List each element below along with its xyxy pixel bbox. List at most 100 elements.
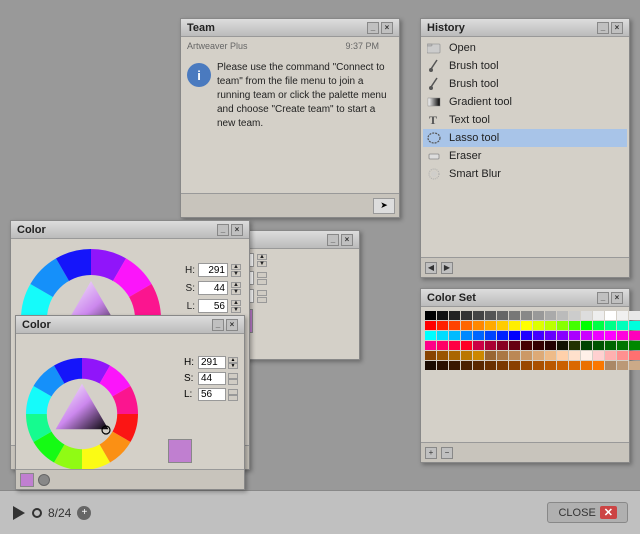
color-swatch-0-15[interactable] xyxy=(605,311,616,320)
color-swatch-3-1[interactable] xyxy=(437,341,448,350)
colorset-delete-btn[interactable]: − xyxy=(441,447,453,459)
history-item-2[interactable]: Brush tool xyxy=(423,75,627,93)
color-swatch-0-0[interactable] xyxy=(425,311,436,320)
color-swatch-4-16[interactable] xyxy=(617,351,628,360)
color-swatch-5-14[interactable] xyxy=(593,361,604,370)
color-swatch-5-4[interactable] xyxy=(473,361,484,370)
color-small-wheel[interactable] xyxy=(22,354,142,474)
small-l-down[interactable] xyxy=(228,395,238,401)
color-swatch-0-17[interactable] xyxy=(629,311,640,320)
color-swatch-5-9[interactable] xyxy=(533,361,544,370)
h-input[interactable] xyxy=(198,263,228,277)
color-swatch-1-3[interactable] xyxy=(461,321,472,330)
color-swatch-3-7[interactable] xyxy=(509,341,520,350)
color-swatch-1-13[interactable] xyxy=(581,321,592,330)
color-small-preview[interactable] xyxy=(168,439,192,463)
color-swatch-0-16[interactable] xyxy=(617,311,628,320)
color-swatch-0-7[interactable] xyxy=(509,311,520,320)
color-small-close-btn[interactable]: × xyxy=(226,319,238,331)
h-up-btn[interactable]: ▲ xyxy=(231,264,241,270)
team-minimize-btn[interactable]: _ xyxy=(367,22,379,34)
color-small-minimize-btn[interactable]: _ xyxy=(212,319,224,331)
color-swatch-4-6[interactable] xyxy=(497,351,508,360)
add-page-button[interactable]: + xyxy=(77,506,91,520)
color-swatch-1-5[interactable] xyxy=(485,321,496,330)
info-l-down[interactable] xyxy=(257,297,267,303)
s-up-btn[interactable]: ▲ xyxy=(231,282,241,288)
s-input[interactable] xyxy=(198,281,228,295)
info-s-down[interactable] xyxy=(257,279,267,285)
color-swatch-4-10[interactable] xyxy=(545,351,556,360)
color-swatch-1-16[interactable] xyxy=(617,321,628,330)
colorset-minimize-btn[interactable]: _ xyxy=(597,292,609,304)
color-swatch-2-1[interactable] xyxy=(437,331,448,340)
color-swatch-3-10[interactable] xyxy=(545,341,556,350)
color-swatch-5-6[interactable] xyxy=(497,361,508,370)
color-swatch-4-1[interactable] xyxy=(437,351,448,360)
color-swatch-0-10[interactable] xyxy=(545,311,556,320)
color-swatch-4-4[interactable] xyxy=(473,351,484,360)
color-swatch-4-7[interactable] xyxy=(509,351,520,360)
color-swatch-4-14[interactable] xyxy=(593,351,604,360)
color-swatch-3-0[interactable] xyxy=(425,341,436,350)
history-titlebar[interactable]: History _ × xyxy=(421,19,629,37)
color-swatch-3-8[interactable] xyxy=(521,341,532,350)
color-swatch-0-5[interactable] xyxy=(485,311,496,320)
color-swatch-1-2[interactable] xyxy=(449,321,460,330)
color-swatch-5-8[interactable] xyxy=(521,361,532,370)
color-swatch-5-12[interactable] xyxy=(569,361,580,370)
color-swatch-2-13[interactable] xyxy=(581,331,592,340)
color-swatch-4-12[interactable] xyxy=(569,351,580,360)
info-close-btn[interactable]: × xyxy=(341,234,353,246)
color-small-titlebar[interactable]: Color _ × xyxy=(16,316,244,334)
colorset-add-btn[interactable]: + xyxy=(425,447,437,459)
color-swatch-3-4[interactable] xyxy=(473,341,484,350)
color-swatch-4-5[interactable] xyxy=(485,351,496,360)
color-swatch-0-9[interactable] xyxy=(533,311,544,320)
color-swatch-4-2[interactable] xyxy=(449,351,460,360)
history-item-5[interactable]: Lasso tool xyxy=(423,129,627,147)
color-swatch-5-15[interactable] xyxy=(605,361,616,370)
history-item-6[interactable]: Eraser xyxy=(423,147,627,165)
history-item-3[interactable]: Gradient tool xyxy=(423,93,627,111)
history-item-7[interactable]: Smart Blur xyxy=(423,165,627,183)
color-swatch-5-7[interactable] xyxy=(509,361,520,370)
colorset-titlebar[interactable]: Color Set _ × xyxy=(421,289,629,307)
small-h-input[interactable] xyxy=(198,356,226,369)
color-swatch-1-15[interactable] xyxy=(605,321,616,330)
color-swatch-1-17[interactable] xyxy=(629,321,640,330)
color-swatch-2-4[interactable] xyxy=(473,331,484,340)
small-l-input[interactable] xyxy=(198,388,226,401)
color-swatch-2-3[interactable] xyxy=(461,331,472,340)
s-down-btn[interactable]: ▼ xyxy=(231,289,241,295)
color-swatch-0-12[interactable] xyxy=(569,311,580,320)
color-swatch-1-4[interactable] xyxy=(473,321,484,330)
close-button[interactable]: CLOSE ✕ xyxy=(547,502,628,523)
color-swatch-5-0[interactable] xyxy=(425,361,436,370)
color-swatch-2-0[interactable] xyxy=(425,331,436,340)
color-swatch-2-7[interactable] xyxy=(509,331,520,340)
history-close-btn[interactable]: × xyxy=(611,22,623,34)
color-swatch-1-8[interactable] xyxy=(521,321,532,330)
color-swatch-3-17[interactable] xyxy=(629,341,640,350)
team-close-btn[interactable]: × xyxy=(381,22,393,34)
color-swatch-2-15[interactable] xyxy=(605,331,616,340)
color-swatch-5-10[interactable] xyxy=(545,361,556,370)
history-minimize-btn[interactable]: _ xyxy=(597,22,609,34)
color-swatch-2-9[interactable] xyxy=(533,331,544,340)
color-swatch-5-11[interactable] xyxy=(557,361,568,370)
color-swatch-3-11[interactable] xyxy=(557,341,568,350)
h-down-btn[interactable]: ▼ xyxy=(231,271,241,277)
color-swatch-2-17[interactable] xyxy=(629,331,640,340)
color-swatch-4-11[interactable] xyxy=(557,351,568,360)
color-swatch-1-11[interactable] xyxy=(557,321,568,330)
color-swatch-5-5[interactable] xyxy=(485,361,496,370)
color-swatch-4-15[interactable] xyxy=(605,351,616,360)
small-swatch[interactable] xyxy=(20,473,34,487)
history-back-btn[interactable]: ◀ xyxy=(425,262,437,274)
color-swatch-1-14[interactable] xyxy=(593,321,604,330)
color-swatch-2-6[interactable] xyxy=(497,331,508,340)
color-swatch-3-14[interactable] xyxy=(593,341,604,350)
small-s-input[interactable] xyxy=(198,372,226,385)
color-large-close-btn[interactable]: × xyxy=(231,224,243,236)
